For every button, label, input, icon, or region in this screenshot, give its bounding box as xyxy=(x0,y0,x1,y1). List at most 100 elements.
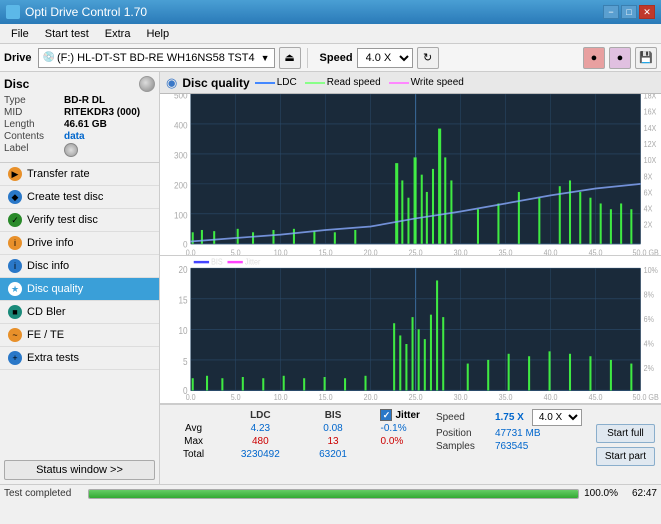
disc-title: Disc xyxy=(4,77,29,91)
svg-text:10: 10 xyxy=(179,326,188,337)
stats-row-avg: Avg 4.23 0.08 xyxy=(168,422,364,435)
stats-row-max: Max 480 13 xyxy=(168,435,364,448)
chart2-svg: BIS Jitter xyxy=(160,256,661,403)
disc-button2[interactable]: ● xyxy=(609,47,631,69)
menu-help[interactable]: Help xyxy=(139,26,176,42)
read-label: Read speed xyxy=(327,77,381,88)
svg-text:25.0: 25.0 xyxy=(409,393,423,403)
progress-percent: 100.0% xyxy=(583,488,618,499)
sidebar-menu: ▶ Transfer rate ◆ Create test disc ✓ Ver… xyxy=(0,163,159,456)
svg-text:5.0: 5.0 xyxy=(231,393,241,403)
jitter-label: Jitter xyxy=(395,410,419,421)
eject-button[interactable]: ⏏ xyxy=(279,47,301,69)
sidebar-item-extra-tests[interactable]: + Extra tests xyxy=(0,347,159,370)
svg-text:0.0: 0.0 xyxy=(186,393,196,403)
sidebar-item-transfer-rate[interactable]: ▶ Transfer rate xyxy=(0,163,159,186)
col-ldc: LDC xyxy=(219,409,301,422)
speed-value: 1.75 X xyxy=(495,412,524,423)
drive-info-icon: i xyxy=(8,236,22,250)
sidebar-item-drive-info[interactable]: i Drive info xyxy=(0,232,159,255)
disc-row-contents: Contents data xyxy=(4,131,155,142)
total-label: Total xyxy=(168,448,219,461)
start-full-button[interactable]: Start full xyxy=(596,424,655,443)
progress-time: 62:47 xyxy=(622,488,657,499)
disc-info-icon: i xyxy=(8,259,22,273)
jitter-avg: -0.1% xyxy=(380,423,419,434)
speed-select-stats[interactable]: 4.0 X xyxy=(532,409,582,426)
disc-row-length: Length 46.61 GB xyxy=(4,119,155,130)
jitter-section: ✓ Jitter -0.1% 0.0% xyxy=(372,405,427,484)
legend-write: Write speed xyxy=(389,77,464,88)
disc-row-type: Type BD-R DL xyxy=(4,95,155,106)
close-button[interactable]: ✕ xyxy=(639,5,655,19)
start-part-button[interactable]: Start part xyxy=(596,447,655,466)
menu-start-test[interactable]: Start test xyxy=(38,26,96,42)
titlebar: Opti Drive Control 1.70 − □ ✕ xyxy=(0,0,661,24)
svg-text:500: 500 xyxy=(174,94,188,101)
svg-text:20: 20 xyxy=(179,265,188,276)
refresh-button[interactable]: ↻ xyxy=(417,47,439,69)
samples-value: 763545 xyxy=(495,441,528,452)
write-label: Write speed xyxy=(411,77,464,88)
app-title: Opti Drive Control 1.70 xyxy=(25,5,147,19)
svg-text:50.0 GB: 50.0 GB xyxy=(633,248,659,255)
disc-row-label: Label xyxy=(4,143,155,157)
disc-button1[interactable]: ● xyxy=(583,47,605,69)
legend-read: Read speed xyxy=(305,77,381,88)
chart1-container: 500 400 300 200 100 0 18X 16X 14X 12X 10… xyxy=(160,94,661,256)
jitter-checkbox[interactable]: ✓ xyxy=(380,409,392,421)
svg-text:45.0: 45.0 xyxy=(589,248,603,255)
speed-section: Speed 1.75 X 4.0 X Position 47731 MB Sam… xyxy=(428,405,590,484)
speed-select[interactable]: 4.0 X 2.0 X 1.0 X xyxy=(357,48,413,68)
svg-text:40.0: 40.0 xyxy=(544,393,558,403)
drive-select[interactable]: 💿 (F:) HL-DT-ST BD-RE WH16NS58 TST4 ▼ xyxy=(38,48,275,68)
sidebar-item-disc-info[interactable]: i Disc info xyxy=(0,255,159,278)
svg-text:16X: 16X xyxy=(644,107,657,117)
max-label: Max xyxy=(168,435,219,448)
svg-text:2X: 2X xyxy=(644,220,653,230)
svg-text:10X: 10X xyxy=(644,156,657,166)
menu-extra[interactable]: Extra xyxy=(98,26,138,42)
svg-text:30.0: 30.0 xyxy=(454,248,468,255)
position-value: 47731 MB xyxy=(495,428,541,439)
save-button[interactable]: 💾 xyxy=(635,47,657,69)
buttons-section: Start full Start part xyxy=(590,405,661,484)
svg-text:20.0: 20.0 xyxy=(364,393,378,403)
svg-text:6X: 6X xyxy=(644,188,653,198)
svg-text:50.0 GB: 50.0 GB xyxy=(633,393,659,403)
sidebar-item-cd-bler[interactable]: ■ CD Bler xyxy=(0,301,159,324)
svg-text:12X: 12X xyxy=(644,140,657,150)
disc-header: Disc xyxy=(4,76,155,92)
disc-row-mid: MID RITEKDR3 (000) xyxy=(4,107,155,118)
svg-text:400: 400 xyxy=(174,120,188,131)
svg-text:15: 15 xyxy=(179,295,188,306)
svg-text:2%: 2% xyxy=(644,364,654,374)
cd-bler-icon: ■ xyxy=(8,305,22,319)
fe-te-icon: ~ xyxy=(8,328,22,342)
chart1-svg: 500 400 300 200 100 0 18X 16X 14X 12X 10… xyxy=(160,94,661,255)
svg-text:5.0: 5.0 xyxy=(231,248,241,255)
sidebar-item-disc-quality[interactable]: ★ Disc quality xyxy=(0,278,159,301)
col-label xyxy=(168,409,219,422)
menu-file[interactable]: File xyxy=(4,26,36,42)
svg-text:40.0: 40.0 xyxy=(544,248,558,255)
status-window-button[interactable]: Status window >> xyxy=(4,460,155,480)
col-bis: BIS xyxy=(302,409,365,422)
svg-text:100: 100 xyxy=(174,210,188,221)
maximize-button[interactable]: □ xyxy=(621,5,637,19)
svg-text:14X: 14X xyxy=(644,123,657,133)
progress-bar-outer xyxy=(88,489,579,499)
max-ldc: 480 xyxy=(219,435,301,448)
progress-bar-inner xyxy=(89,490,578,498)
speed-row: Speed 1.75 X 4.0 X xyxy=(436,409,582,426)
sidebar-item-fe-te[interactable]: ~ FE / TE xyxy=(0,324,159,347)
minimize-button[interactable]: − xyxy=(603,5,619,19)
sidebar-item-create-test[interactable]: ◆ Create test disc xyxy=(0,186,159,209)
progress-label: Test completed xyxy=(4,488,84,499)
svg-text:300: 300 xyxy=(174,150,188,161)
legend-ldc: LDC xyxy=(255,77,297,88)
svg-text:35.0: 35.0 xyxy=(499,393,513,403)
sidebar-item-verify-test[interactable]: ✓ Verify test disc xyxy=(0,209,159,232)
verify-test-icon: ✓ xyxy=(8,213,22,227)
disc-section: Disc Type BD-R DL MID RITEKDR3 (000) Len… xyxy=(0,72,159,163)
